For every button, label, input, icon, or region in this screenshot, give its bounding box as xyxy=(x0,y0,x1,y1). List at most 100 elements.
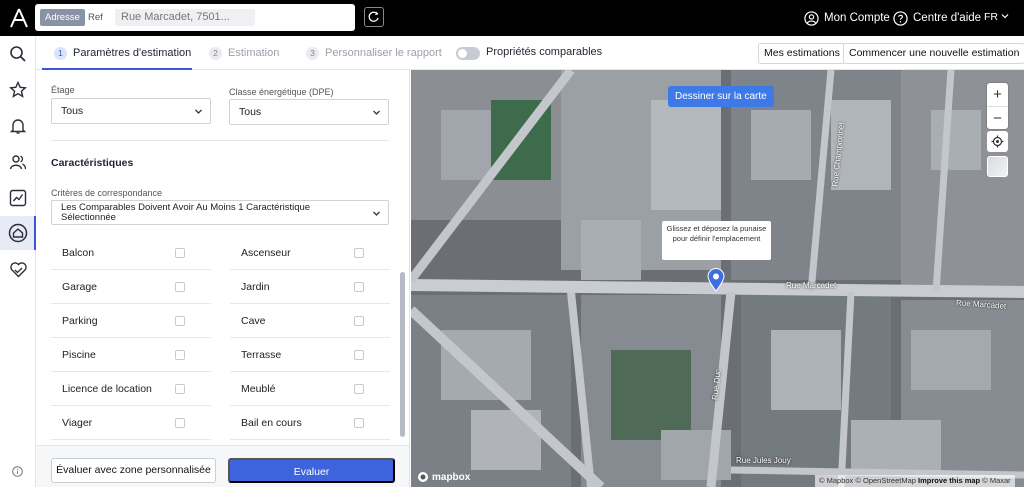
search-mode-address[interactable]: Adresse xyxy=(40,9,85,26)
mapbox-icon xyxy=(418,472,428,482)
tab-personnaliser[interactable]: 3 Personnaliser le rapport xyxy=(306,36,442,70)
feature-checkbox[interactable] xyxy=(175,248,185,258)
info-icon[interactable] xyxy=(12,466,23,477)
my-estimations-button[interactable]: Mes estimations xyxy=(758,43,846,64)
evaluate-custom-zone-button[interactable]: Évaluer avec zone personnalisée xyxy=(51,458,216,483)
tab-estimation[interactable]: 2 Estimation xyxy=(209,36,279,70)
feature-checkbox[interactable] xyxy=(175,418,185,428)
feature-checkbox[interactable] xyxy=(175,350,185,360)
feature-checkbox[interactable] xyxy=(354,418,364,428)
feature-checkbox[interactable] xyxy=(354,384,364,394)
help-center-link[interactable]: Centre d'aide xyxy=(893,10,981,26)
chevron-down-icon xyxy=(373,211,380,216)
map-style-button[interactable] xyxy=(987,156,1008,177)
search-mode-ref[interactable]: Ref xyxy=(88,9,103,26)
draw-on-map-button[interactable]: Dessiner sur la carte xyxy=(668,86,774,107)
feature-checkbox[interactable] xyxy=(354,316,364,326)
attribution-text: © Mapbox © OpenStreetMap xyxy=(819,476,916,485)
floor-value: Tous xyxy=(61,105,84,117)
users-icon xyxy=(9,155,27,170)
feature-label: Piscine xyxy=(62,349,96,361)
feature-checkbox[interactable] xyxy=(175,282,185,292)
feature-bail-en-cours[interactable]: Bail en cours xyxy=(230,406,390,440)
form-footer: Évaluer avec zone personnalisée Evaluer xyxy=(36,445,409,487)
language-selector[interactable]: FR xyxy=(984,11,998,23)
feature-piscine[interactable]: Piscine xyxy=(51,338,211,372)
mapbox-logo: mapbox xyxy=(417,471,470,483)
zoom-in-button[interactable]: + xyxy=(987,83,1008,106)
chevron-down-icon xyxy=(195,109,202,114)
feature-jardin[interactable]: Jardin xyxy=(230,270,390,304)
energy-class-label: Classe énergétique (DPE) xyxy=(229,87,334,97)
step-number: 3 xyxy=(306,46,319,60)
search-icon xyxy=(10,46,26,62)
feature-label: Jardin xyxy=(241,281,270,293)
feature-garage[interactable]: Garage xyxy=(51,270,211,304)
feature-label: Meublé xyxy=(241,383,276,395)
feature-meuble[interactable]: Meublé xyxy=(230,372,390,406)
floor-label: Étage xyxy=(51,85,75,95)
chevron-down-icon[interactable] xyxy=(1001,12,1009,20)
matching-criteria-value-line2: Sélectionnée xyxy=(61,212,116,223)
nav-favorites[interactable] xyxy=(6,78,30,102)
feature-cave[interactable]: Cave xyxy=(230,304,390,338)
chevron-down-icon xyxy=(373,110,380,115)
account-label: Mon Compte xyxy=(824,12,890,24)
matching-criteria-select[interactable]: Les Comparables Doivent Avoir Au Moins 1… xyxy=(51,200,389,225)
energy-class-select[interactable]: Tous xyxy=(229,99,389,125)
help-circle-icon xyxy=(893,10,908,26)
feature-viager[interactable]: Viager xyxy=(51,406,211,440)
user-circle-icon xyxy=(804,10,819,26)
feature-checkbox[interactable] xyxy=(354,248,364,258)
zoom-out-button[interactable]: − xyxy=(987,106,1008,129)
feature-ascenseur[interactable]: Ascenseur xyxy=(230,236,390,270)
tab-parametres[interactable]: 1 Paramètres d'estimation xyxy=(54,36,191,70)
feature-label: Balcon xyxy=(62,247,95,259)
feature-parking[interactable]: Parking xyxy=(51,304,211,338)
nav-search[interactable] xyxy=(6,42,30,66)
geolocate-button[interactable] xyxy=(987,131,1008,152)
feature-checkbox[interactable] xyxy=(354,282,364,292)
feature-label: Ascenseur xyxy=(241,247,291,259)
new-estimation-button[interactable]: Commencer une nouvelle estimation xyxy=(843,43,1024,64)
map-attribution: © Mapbox © OpenStreetMap Improve this ma… xyxy=(815,475,1015,487)
feature-balcon[interactable]: Balcon xyxy=(51,236,211,270)
crosshair-icon xyxy=(991,135,1004,148)
features-section-title: Caractéristiques xyxy=(51,157,134,169)
refresh-button[interactable] xyxy=(364,7,384,27)
form-scrollbar[interactable] xyxy=(400,78,405,437)
satellite-map[interactable]: Rue Marcadet Rue Marcadet Rue Jules Jouy… xyxy=(411,70,1024,487)
home-estimate-icon xyxy=(8,223,28,243)
nav-contacts[interactable] xyxy=(6,150,30,174)
feature-label: Bail en cours xyxy=(241,417,302,429)
feature-checkbox[interactable] xyxy=(175,384,185,394)
nav-partners[interactable] xyxy=(6,257,30,281)
improve-map-link[interactable]: Improve this map xyxy=(918,476,980,485)
nav-analytics[interactable] xyxy=(6,186,30,210)
location-pin-icon[interactable] xyxy=(707,268,725,292)
help-label: Centre d'aide xyxy=(913,12,982,24)
account-menu[interactable]: Mon Compte xyxy=(804,10,890,26)
feature-label: Garage xyxy=(62,281,98,293)
scrollbar-thumb[interactable] xyxy=(400,272,405,437)
address-input[interactable]: Rue Marcadet, 7501... xyxy=(115,9,255,26)
step-number: 1 xyxy=(54,46,67,60)
address-search-box: Adresse Ref Rue Marcadet, 7501... xyxy=(35,4,355,31)
floor-select[interactable]: Tous xyxy=(51,98,211,124)
tab-label: Estimation xyxy=(228,47,280,59)
feature-checkbox[interactable] xyxy=(175,316,185,326)
feature-checkbox[interactable] xyxy=(354,350,364,360)
zoom-control: + − xyxy=(987,83,1008,129)
nav-estimation[interactable] xyxy=(6,221,30,245)
nav-alerts[interactable] xyxy=(6,114,30,138)
section-divider xyxy=(51,140,389,141)
logo-icon[interactable] xyxy=(10,8,28,28)
evaluate-button[interactable]: Evaluer xyxy=(228,458,395,483)
street-label: Rue Jules Jouy xyxy=(736,456,791,465)
feature-label: Parking xyxy=(62,315,98,327)
feature-terrasse[interactable]: Terrasse xyxy=(230,338,390,372)
tab-label: Personnaliser le rapport xyxy=(325,47,442,59)
comparables-toggle[interactable] xyxy=(456,47,480,60)
feature-licence-location[interactable]: Licence de location xyxy=(51,372,211,406)
top-bar: Adresse Ref Rue Marcadet, 7501... Mon Co… xyxy=(0,0,1024,36)
